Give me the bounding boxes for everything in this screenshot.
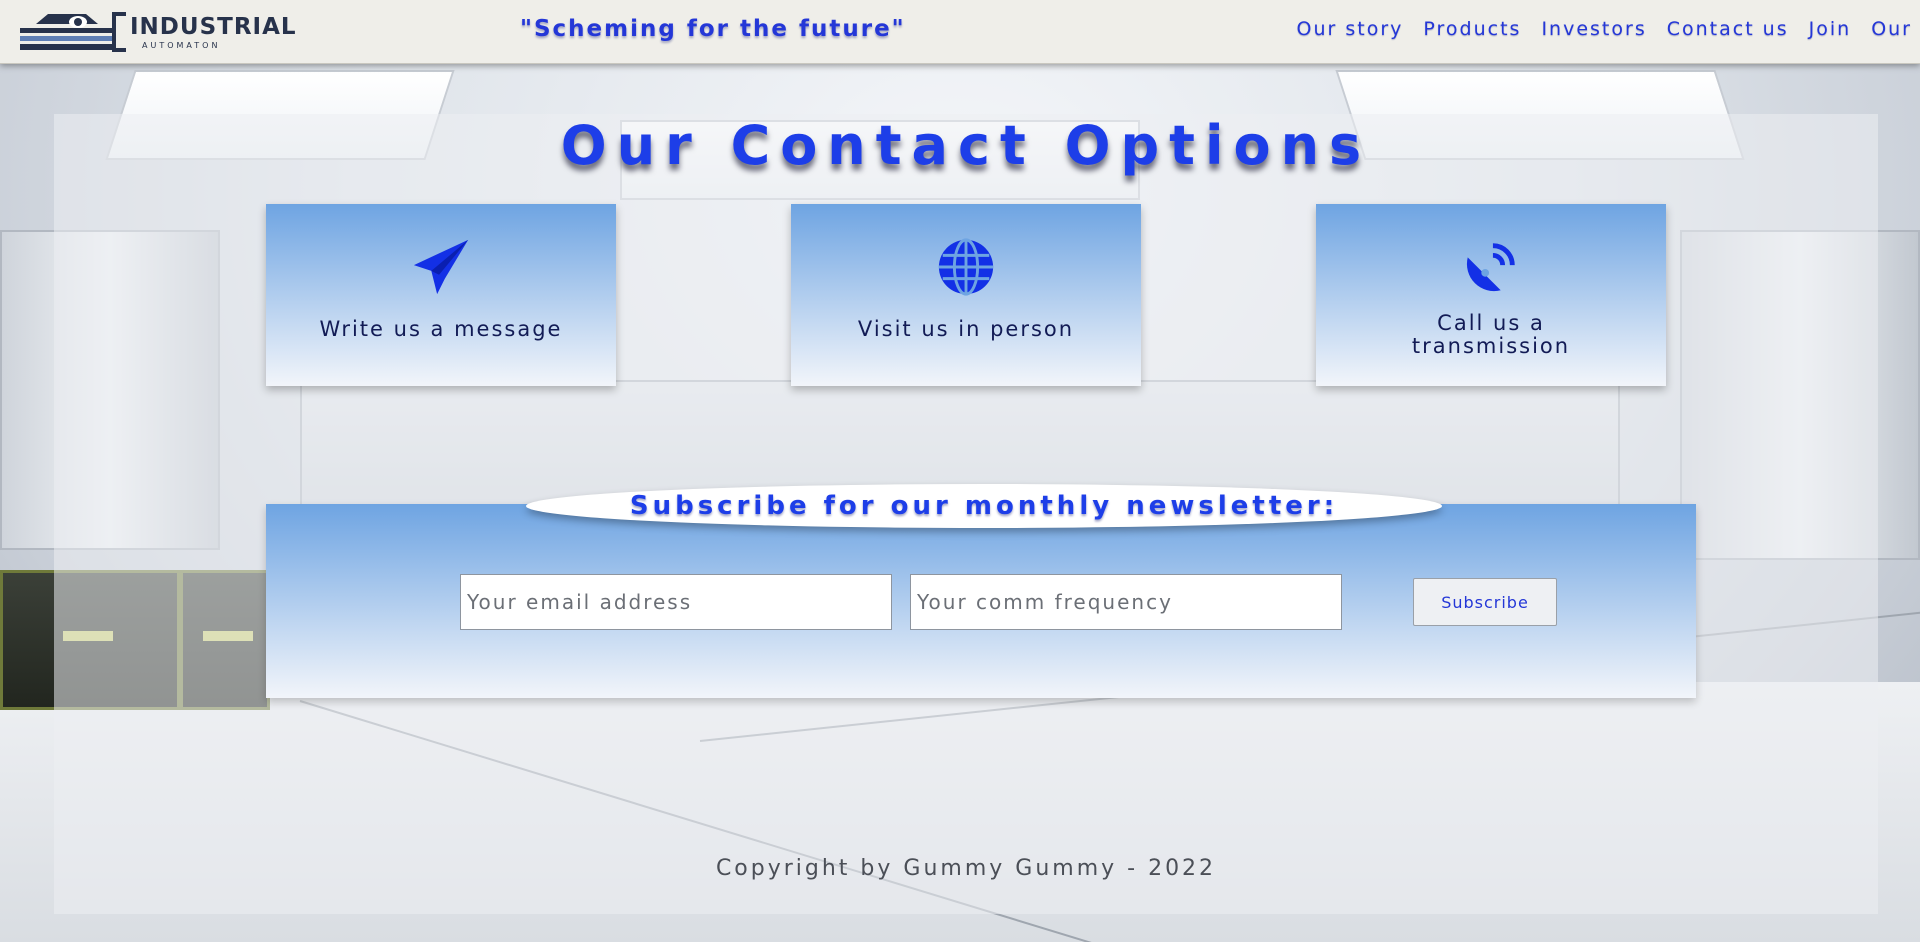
contact-card-visit[interactable]: Visit us in person [791,204,1141,386]
nav-link-investors[interactable]: Investors [1541,18,1646,40]
newsletter-heading: Subscribe for our monthly newsletter: [526,484,1442,528]
top-navigation-bar: INDUSTRIAL AUTOMATON "Scheming for the f… [0,0,1920,64]
email-input[interactable] [460,574,892,630]
nav-link-join[interactable]: Join [1809,18,1852,40]
logo-text: INDUSTRIAL [130,14,297,40]
comm-frequency-input[interactable] [910,574,1342,630]
nav-link-products[interactable]: Products [1423,18,1521,40]
company-logo[interactable]: INDUSTRIAL AUTOMATON [20,8,296,54]
nav-link-contact-us[interactable]: Contact us [1667,18,1789,40]
copyright-footer: Copyright by Gummy Gummy - 2022 [715,856,1217,881]
contact-card-label: Call us a transmission [1411,311,1571,359]
main-nav: Our story Products Investors Contact us … [1297,18,1912,40]
globe-icon [938,238,994,296]
contact-card-label: Visit us in person [857,317,1075,341]
logo-emblem-icon [20,12,126,52]
header-announcement: "Scheming for the future" [520,16,906,42]
main-content-panel: Our Contact Options Write us a message V… [54,114,1878,914]
paper-plane-icon [413,239,469,295]
satellite-dish-icon [1466,243,1515,292]
contact-card-call[interactable]: Call us a transmission [1316,204,1666,386]
page-title: Our Contact Options [560,114,1372,177]
subscribe-button[interactable]: Subscribe [1413,578,1557,626]
logo-subtext: AUTOMATON [142,41,221,50]
contact-card-label: Write us a message [319,317,563,341]
contact-card-message[interactable]: Write us a message [266,204,616,386]
nav-link-our[interactable]: Our [1871,18,1912,40]
nav-link-our-story[interactable]: Our story [1297,18,1404,40]
newsletter-section: Subscribe for our monthly newsletter: Su… [266,484,1696,698]
